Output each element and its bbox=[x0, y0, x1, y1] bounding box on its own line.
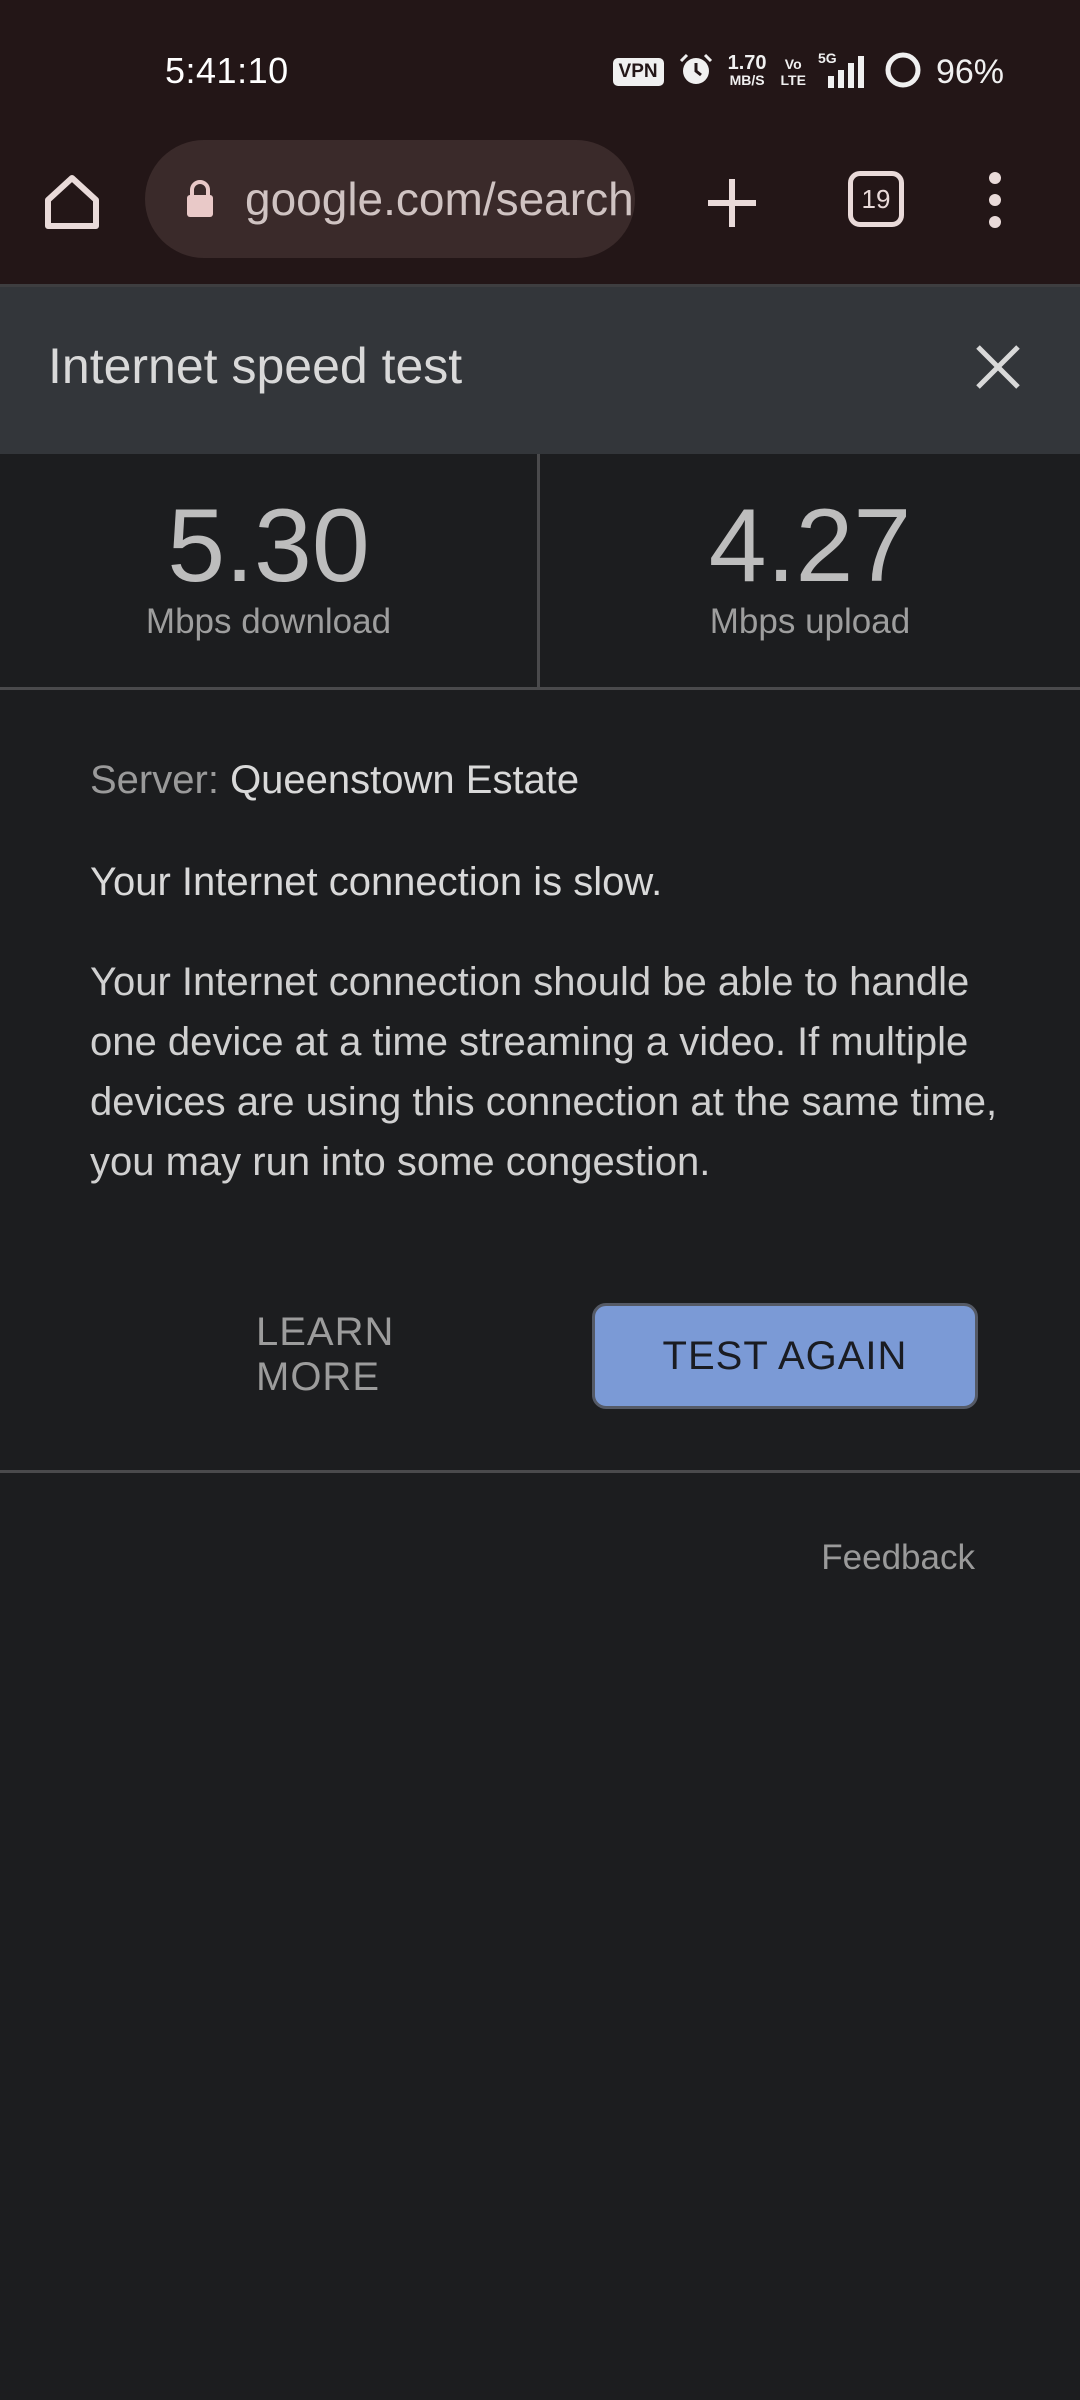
learn-more-button[interactable]: LEARN MORE bbox=[256, 1305, 526, 1405]
network-speed-value: 1.70 bbox=[727, 52, 767, 74]
close-icon[interactable] bbox=[968, 337, 1028, 397]
divider bbox=[0, 1470, 1080, 1473]
browser-toolbar: google.com/search 19 bbox=[0, 140, 1080, 284]
status-icons: VPN 1.70 MB/S Vo LTE 5G 96% bbox=[612, 50, 1004, 94]
new-tab-button[interactable] bbox=[702, 173, 762, 233]
speed-test-title: Internet speed test bbox=[48, 338, 463, 394]
connection-verdict: Your Internet connection is slow. bbox=[90, 860, 663, 904]
battery-percent: 96% bbox=[935, 52, 1004, 91]
upload-result: 4.27 Mbps upload bbox=[540, 454, 1080, 687]
alarm-icon bbox=[678, 52, 714, 93]
plus-icon bbox=[708, 179, 756, 227]
url-text: google.com/search bbox=[245, 173, 634, 225]
volte-indicator: Vo LTE bbox=[781, 56, 806, 88]
upload-value: 4.27 bbox=[708, 488, 912, 604]
upload-unit: Mbps upload bbox=[709, 602, 911, 641]
network-type: 5G bbox=[817, 50, 837, 66]
feedback-link[interactable]: Feedback bbox=[821, 1538, 975, 1578]
network-speed-unit: MB/S bbox=[729, 72, 765, 88]
status-time: 5:41:10 bbox=[165, 50, 289, 91]
speed-test-details: Server: Queenstown Estate Your Internet … bbox=[90, 750, 1010, 1192]
server-name: Queenstown Estate bbox=[230, 758, 580, 802]
status-bar: 5:41:10 VPN 1.70 MB/S Vo LTE 5G 96% bbox=[0, 0, 1080, 140]
speed-results: 5.30 Mbps download 4.27 Mbps upload bbox=[0, 454, 1080, 690]
volte-bottom: LTE bbox=[780, 72, 806, 88]
more-vert-icon[interactable] bbox=[975, 168, 1015, 232]
connection-description: Your Internet connection should be able … bbox=[90, 960, 998, 1184]
network-speed: 1.70 MB/S bbox=[727, 52, 767, 89]
signal-icon: 5G bbox=[818, 50, 870, 90]
download-result: 5.30 Mbps download bbox=[0, 454, 540, 687]
url-bar[interactable]: google.com/search bbox=[145, 140, 635, 258]
home-icon[interactable] bbox=[40, 170, 104, 234]
server-label: Server: bbox=[90, 758, 219, 802]
battery-icon bbox=[884, 51, 922, 94]
lock-icon bbox=[185, 179, 215, 219]
tab-switcher-button[interactable]: 19 bbox=[848, 171, 904, 227]
server-line: Server: Queenstown Estate bbox=[90, 750, 1010, 810]
download-unit: Mbps download bbox=[145, 602, 392, 641]
speed-test-header: Internet speed test bbox=[0, 284, 1080, 454]
vpn-badge: VPN bbox=[612, 58, 664, 86]
download-value: 5.30 bbox=[167, 488, 370, 604]
test-again-button[interactable]: TEST AGAIN bbox=[592, 1303, 978, 1409]
volte-top: Vo bbox=[784, 56, 802, 72]
